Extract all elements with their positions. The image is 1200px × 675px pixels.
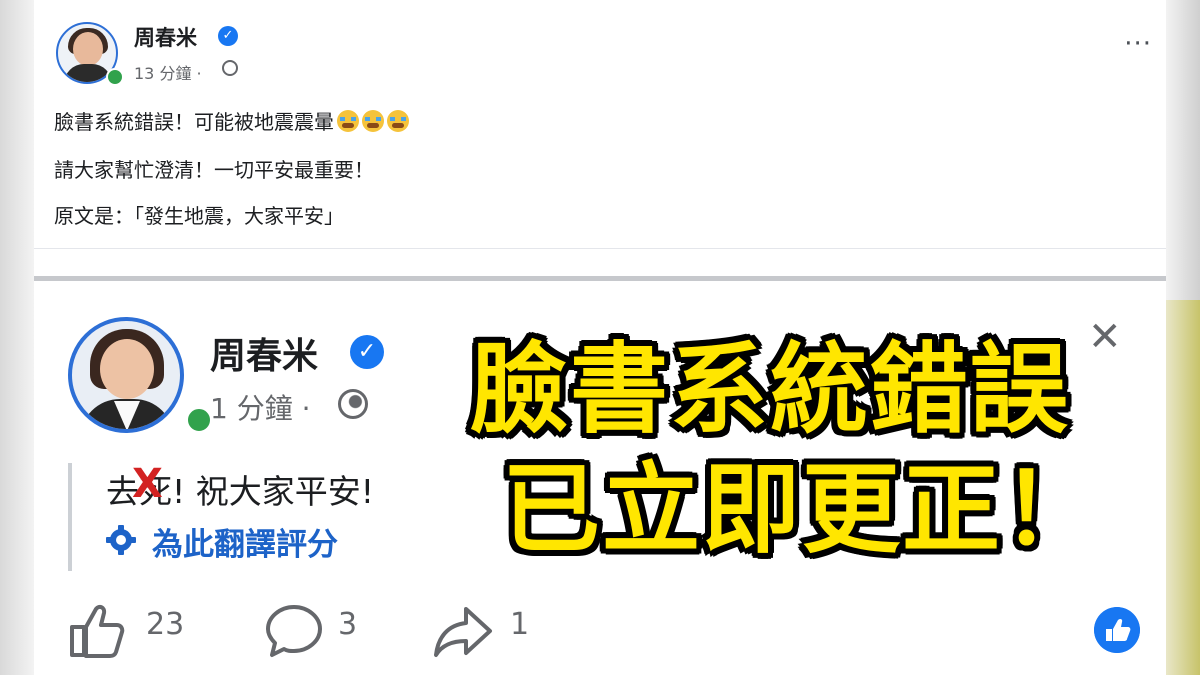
- author-name[interactable]: 周春米: [134, 22, 197, 52]
- author-name[interactable]: 周春米: [210, 327, 318, 379]
- top-post-card: 周春米 ✓ 13 分鐘 · ··· 臉書系統錯誤！可能被地震震暈 請大家幫忙澄清…: [34, 0, 1166, 248]
- share-icon[interactable]: [432, 603, 494, 659]
- more-options-icon[interactable]: ···: [1124, 31, 1152, 57]
- quote-bar: [68, 463, 72, 571]
- like-count: 23: [146, 607, 185, 642]
- post-timestamp[interactable]: 1 分鐘 ·: [210, 387, 311, 427]
- divider: [34, 248, 1166, 249]
- verified-badge-icon: ✓: [218, 26, 238, 46]
- post-text-line-1: 臉書系統錯誤！可能被地震震暈: [54, 106, 409, 135]
- online-status-dot: [106, 68, 124, 86]
- headline-overlay: 臉書系統錯誤 已立即更正！: [470, 330, 1160, 570]
- globe-icon: [338, 389, 368, 419]
- share-count: 1: [510, 607, 530, 642]
- headline-line-2: 已立即更正！: [502, 453, 1103, 567]
- like-reaction-icon[interactable]: [1094, 607, 1140, 653]
- crying-face-icon: [387, 110, 409, 132]
- right-blur-edge-yellow: [1166, 300, 1200, 675]
- gear-icon: [106, 525, 136, 555]
- red-x-mark: X: [132, 461, 163, 507]
- avatar[interactable]: [68, 317, 184, 433]
- post-text-line-2: 請大家幫忙澄清！一切平安最重要！: [54, 158, 374, 182]
- post-text-rest: ! 祝大家平安!: [172, 472, 374, 511]
- crying-face-icon: [337, 110, 359, 132]
- post-timestamp[interactable]: 13 分鐘 ·: [134, 60, 202, 84]
- verified-badge-icon: ✓: [350, 335, 384, 369]
- comment-count: 3: [338, 607, 358, 642]
- rate-translation-link[interactable]: 為此翻譯評分: [152, 519, 338, 564]
- headline-line-1: 臉書系統錯誤: [470, 333, 1071, 447]
- crying-face-icon: [362, 110, 384, 132]
- post-text-line-3: 原文是：「發生地震，大家平安」: [54, 204, 344, 228]
- left-blur-edge: [0, 0, 34, 675]
- globe-icon: [222, 60, 238, 76]
- comment-icon[interactable]: [264, 603, 324, 659]
- like-icon[interactable]: [68, 603, 126, 659]
